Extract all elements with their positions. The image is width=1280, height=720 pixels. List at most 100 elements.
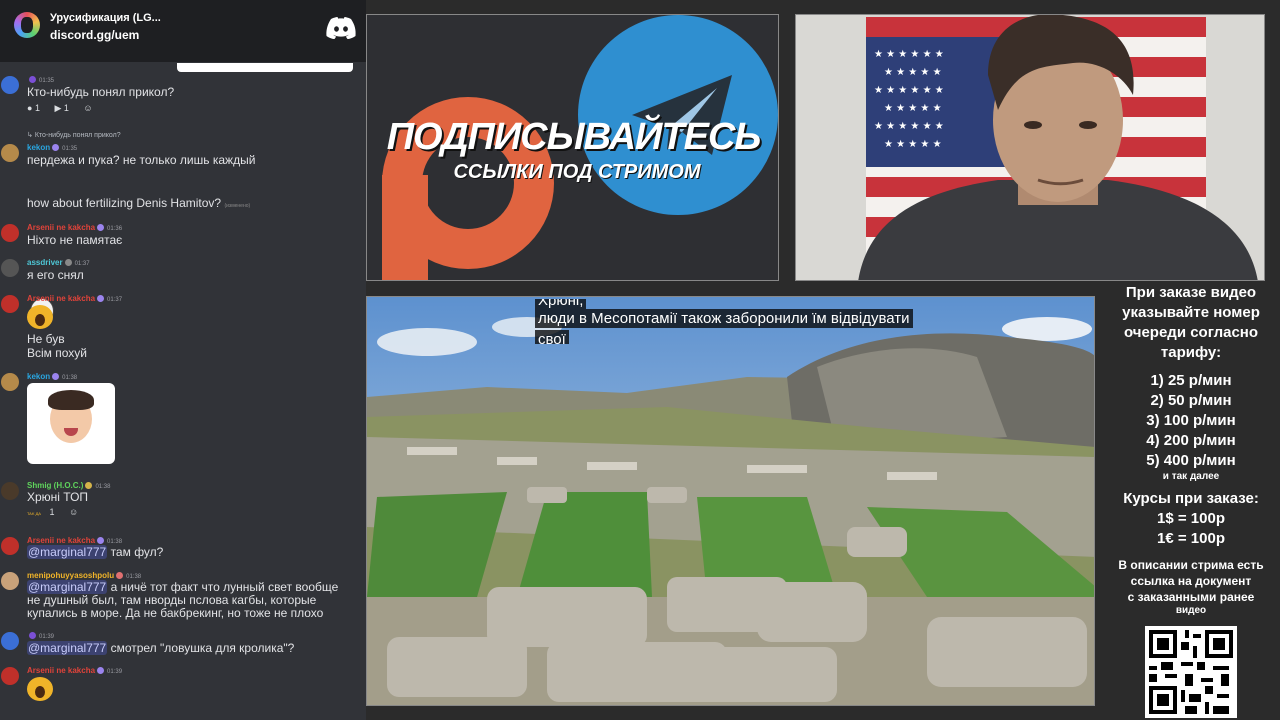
server-icon bbox=[14, 12, 40, 38]
sticker-image bbox=[27, 383, 115, 464]
message-text: Не був bbox=[27, 332, 65, 346]
server-invite-link[interactable]: discord.gg/uem bbox=[50, 28, 139, 42]
reaction[interactable]: TAK ДА 1 bbox=[27, 507, 61, 517]
add-reaction-icon[interactable]: ☺ bbox=[69, 507, 78, 517]
message-text: смотрел "ловушка для кролика"? bbox=[107, 641, 295, 655]
price-panel: При заказе видео указывайте номер очеред… bbox=[1095, 283, 1280, 720]
avatar bbox=[1, 373, 19, 391]
role-badge-icon bbox=[64, 259, 72, 267]
message-timestamp: 01:35 bbox=[62, 146, 78, 152]
avatar bbox=[1, 632, 19, 650]
qr-code-icon bbox=[1145, 626, 1237, 718]
avatar bbox=[1, 482, 19, 500]
promo-subtitle: ССЫЛКИ ПОД СТРИМОМ bbox=[453, 161, 701, 183]
webcam-feed: ★ ★ ★ ★ ★ ★ ★ ★ ★ ★ ★ ★ ★ ★ ★ ★ ★ ★ ★ ★ … bbox=[795, 14, 1265, 281]
reactions: TAK ДА 1 ☺ bbox=[27, 507, 84, 517]
message-timestamp: 01:35 bbox=[39, 78, 55, 84]
promo-banner: ПОДПИСЫВАЙТЕСЬ ССЫЛКИ ПОД СТРИМОМ bbox=[366, 14, 779, 281]
username[interactable]: kekon bbox=[27, 372, 50, 381]
message-text: how about fertilizing Denis Hamitov? bbox=[27, 196, 222, 210]
chat-input-strip bbox=[177, 63, 353, 72]
reaction[interactable]: ● 1 bbox=[27, 103, 46, 113]
screaming-emoji-icon bbox=[27, 677, 53, 701]
role-badge-icon bbox=[97, 667, 105, 675]
username[interactable]: Shmig (H.O.C.) bbox=[27, 481, 83, 490]
video-subtitles: Хрюні, люди в Месопотамії також заборони… bbox=[535, 299, 1005, 344]
description-note: видео bbox=[1175, 605, 1207, 616]
avatar bbox=[1, 572, 19, 590]
chat-panel: Урусификация (LG... discord.gg/uem 01:35… bbox=[0, 0, 366, 720]
message-timestamp: 01:38 bbox=[95, 484, 111, 490]
username[interactable]: Arsenii ne kakcha bbox=[27, 223, 95, 232]
server-name: Урусификация (LG... bbox=[50, 12, 161, 24]
price-tier: 4) 200 р/мин bbox=[1146, 432, 1236, 449]
username[interactable]: Arsenii ne kakcha bbox=[27, 666, 95, 675]
username[interactable]: kekon bbox=[27, 143, 50, 152]
message-text: а ничё тот факт что лунный свет вообще bbox=[107, 580, 339, 594]
description-note: В описании стрима есть bbox=[1118, 558, 1264, 572]
discord-logo-icon bbox=[326, 17, 356, 39]
price-header: тарифу: bbox=[1160, 344, 1222, 361]
price-tier: 5) 400 р/мин bbox=[1146, 452, 1236, 469]
price-tier: 1) 25 р/мин bbox=[1150, 372, 1232, 389]
description-note: ссылка на документ bbox=[1130, 574, 1252, 588]
role-badge-icon bbox=[97, 224, 105, 232]
avatar bbox=[1, 667, 19, 685]
message-text: Хрюні ТОП bbox=[27, 490, 89, 504]
message-text: Всім похуй bbox=[27, 346, 87, 360]
video-player[interactable]: Хрюні, люди в Месопотамії також заборони… bbox=[366, 296, 1095, 706]
user-mention[interactable]: @marginal777 bbox=[27, 545, 108, 559]
role-badge-icon bbox=[52, 373, 60, 381]
subtitle-line: люди в Месопотамії також заборонили їм в… bbox=[535, 309, 913, 328]
reaction[interactable]: ▶ 1 bbox=[54, 103, 74, 114]
role-badge-icon bbox=[29, 76, 36, 84]
price-etc: и так далее bbox=[1162, 471, 1220, 482]
ruins-landscape-image bbox=[367, 297, 1094, 705]
message-text: купались в море. Да не бакбрекинг, но то… bbox=[27, 606, 324, 620]
user-mention[interactable]: @marginal777 bbox=[27, 641, 108, 655]
message-text: там фул? bbox=[107, 545, 164, 559]
message-text: я его снял bbox=[27, 268, 84, 282]
streamer-image bbox=[858, 15, 1258, 280]
message-timestamp: 01:37 bbox=[107, 297, 123, 303]
message-text: Кто-нибудь понял прикол? bbox=[27, 85, 175, 99]
rates-title: Курсы при заказе: bbox=[1123, 490, 1259, 507]
avatar bbox=[1, 76, 19, 94]
role-badge-icon bbox=[52, 144, 60, 152]
add-reaction-icon[interactable]: ☺ bbox=[83, 103, 92, 113]
message-text: Ніхто не памятає bbox=[27, 233, 123, 247]
username[interactable]: Arsenii ne kakcha bbox=[27, 536, 95, 545]
avatar bbox=[1, 224, 19, 242]
role-badge-icon bbox=[116, 572, 124, 580]
role-badge-icon bbox=[97, 537, 105, 545]
screaming-emoji-icon bbox=[27, 305, 53, 329]
username[interactable]: assdriver bbox=[27, 258, 63, 267]
price-tier: 2) 50 р/мин bbox=[1150, 392, 1232, 409]
avatar bbox=[1, 144, 19, 162]
role-badge-icon bbox=[85, 482, 93, 490]
username[interactable]: menipohuyyasoshpolu bbox=[27, 571, 114, 580]
price-tier: 3) 100 р/мин bbox=[1146, 412, 1236, 429]
message-timestamp: 01:36 bbox=[107, 226, 123, 232]
message-timestamp: 01:39 bbox=[39, 634, 55, 640]
edited-marker: (изменено) bbox=[224, 203, 251, 209]
username[interactable]: Arsenii ne kakcha bbox=[27, 294, 95, 303]
role-badge-icon bbox=[29, 632, 36, 640]
message-timestamp: 01:38 bbox=[62, 375, 78, 381]
price-header: При заказе видео bbox=[1125, 284, 1257, 301]
price-header: очереди согласно bbox=[1123, 324, 1259, 341]
avatar bbox=[1, 295, 19, 313]
price-header: указывайте номер bbox=[1122, 304, 1260, 321]
reply-preview: ↳ Кто-нибудь понял прикол? bbox=[27, 132, 121, 139]
message-timestamp: 01:37 bbox=[74, 261, 90, 267]
subtitle-line: свої bbox=[535, 330, 569, 344]
avatar bbox=[1, 537, 19, 555]
message-text: не душный был, там нворды пслова кагбы, … bbox=[27, 593, 317, 607]
promo-title: ПОДПИСЫВАЙТЕСЬ bbox=[386, 116, 762, 158]
discord-banner: Урусификация (LG... discord.gg/uem bbox=[0, 0, 366, 62]
user-mention[interactable]: @marginal777 bbox=[27, 580, 108, 594]
rate: 1$ = 100р bbox=[1157, 510, 1225, 527]
reactions: ● 1 ▶ 1 ☺ bbox=[27, 103, 99, 114]
message-text: пердежа и пука? не только лишь каждый bbox=[27, 153, 256, 167]
rate: 1€ = 100р bbox=[1157, 530, 1225, 547]
